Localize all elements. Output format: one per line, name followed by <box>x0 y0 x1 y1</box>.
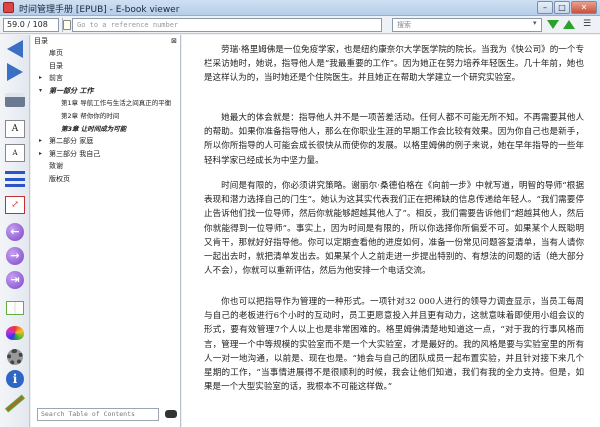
toc-item-acknowledgements[interactable]: 致谢 <box>31 160 181 173</box>
minimize-button[interactable]: – <box>537 1 553 14</box>
content-paragraph-4: 你也可以把指导作为管理的一种形式。一项针对32 000人进行的领导力调查显示，当… <box>204 297 584 393</box>
font-smaller-icon: A <box>5 144 25 162</box>
toc-item-label: 致谢 <box>49 162 63 171</box>
preferences-icon <box>6 326 24 340</box>
search-input[interactable]: 搜索 <box>392 18 542 32</box>
previous-page-icon: ← <box>6 223 24 241</box>
next-page-button[interactable]: → <box>4 246 26 266</box>
toc-item-chapter-1[interactable]: 第1章 导航工作与生活之间真正的平衡 <box>31 97 181 110</box>
toc-item-label: 前言 <box>49 74 63 83</box>
fullscreen-button[interactable]: ⤢ <box>4 195 26 215</box>
toc-item-cover[interactable]: 扉页 <box>31 47 181 60</box>
reference-icon <box>63 20 71 30</box>
toc-icon <box>5 171 25 187</box>
library-button[interactable] <box>4 298 26 318</box>
expand-icon[interactable]: ▸ <box>39 72 42 85</box>
toc-item-label: 目录 <box>49 61 63 70</box>
toc-panel: 目录 ⊠ 扉页 目录 ▸ 前言 ▾ 第一部分 工作 第1章 导航工作与生活之间真正的… <box>31 35 181 427</box>
collapse-icon[interactable]: ▾ <box>39 85 42 98</box>
next-page-icon: → <box>6 247 24 265</box>
expand-icon[interactable]: ▸ <box>39 135 42 148</box>
last-page-button[interactable]: ⇥ <box>4 270 26 290</box>
toc-close-icon[interactable]: ⊠ <box>171 37 177 45</box>
font-larger-icon: A <box>5 120 25 138</box>
wand-icon <box>6 395 24 411</box>
settings-button[interactable] <box>4 347 26 367</box>
toolbar: 59.0 / 108 Go to a reference number 搜索 ▾… <box>0 16 600 34</box>
toc-item-label: 扉页 <box>49 49 63 57</box>
toc-item-label: 第2章 帮你你的时间 <box>61 111 120 120</box>
title-bar: 时间管理手册 [EPUB] - E-book viewer – □ ✕ <box>0 0 600 16</box>
book-content: 劳瑞·格里姆佛是一位免疫学家，也是纽约康奈尔大学医学院的院长。当我为《快公司》的… <box>182 35 600 427</box>
toc-header: 目录 ⊠ <box>31 35 180 46</box>
toc-search-input[interactable]: Search Table of Contents <box>37 408 159 421</box>
content-paragraph-3: 时间是有限的，你必须讲究策略。谢丽尔·桑德伯格在《向前一步》中就写道，明智的导师… <box>204 181 584 277</box>
font-smaller-button[interactable]: A <box>4 143 26 163</box>
expand-icon[interactable]: ▸ <box>39 148 42 161</box>
binoculars-search-icon[interactable] <box>165 410 177 418</box>
window-controls: – □ ✕ <box>537 1 597 14</box>
app-icon <box>3 2 14 13</box>
preferences-button[interactable] <box>4 323 26 343</box>
back-arrow-icon <box>7 40 23 58</box>
window-title: 时间管理手册 [EPUB] - E-book viewer <box>19 5 180 15</box>
toc-list: 扉页 目录 ▸ 前言 ▾ 第一部分 工作 第1章 导航工作与生活之间真正的平衡 第2… <box>31 47 181 186</box>
info-icon: i <box>6 370 24 388</box>
previous-page-button[interactable]: ← <box>4 222 26 242</box>
search-dropdown-icon[interactable]: ▾ <box>533 19 537 27</box>
fullscreen-icon: ⤢ <box>5 196 25 214</box>
forward-arrow-icon <box>7 63 23 81</box>
close-button[interactable]: ✕ <box>571 1 597 14</box>
print-icon <box>5 93 25 107</box>
page-position-field[interactable]: 59.0 / 108 <box>3 18 59 32</box>
maximize-button[interactable]: □ <box>554 1 570 14</box>
font-larger-button[interactable]: A <box>4 119 26 139</box>
toc-item-part-three[interactable]: ▸ 第三部分 我自己 <box>31 148 181 161</box>
wand-button[interactable] <box>4 393 26 413</box>
reference-input[interactable]: Go to a reference number <box>72 18 382 32</box>
last-page-icon: ⇥ <box>6 271 24 289</box>
find-next-icon[interactable] <box>547 20 559 29</box>
toc-title: 目录 <box>34 36 48 45</box>
toc-item-label: 版权页 <box>49 174 70 183</box>
toc-item-chapter-3[interactable]: 第3章 让时间成为可能 <box>31 123 181 136</box>
toc-button[interactable] <box>4 169 26 189</box>
side-toolbar: A A ⤢ ← → ⇥ i <box>0 35 30 427</box>
toc-item-label: 第二部分 家庭 <box>49 137 94 146</box>
info-button[interactable]: i <box>4 369 26 389</box>
toc-item-part-two[interactable]: ▸ 第二部分 家庭 <box>31 135 181 148</box>
back-button[interactable] <box>4 39 26 59</box>
toc-item-label: 第三部分 我自己 <box>49 149 101 158</box>
toc-item-label: 第1章 导航工作与生活之间真正的平衡 <box>61 99 172 108</box>
toc-item-part-one[interactable]: ▾ 第一部分 工作 <box>31 85 181 98</box>
find-previous-icon[interactable] <box>563 20 575 29</box>
content-paragraph-2: 她最大的体会就是：指导他人并不是一项苦差活动。任何人都不可能无所不知。不再需要其… <box>204 113 584 166</box>
toc-item-preface[interactable]: ▸ 前言 <box>31 72 181 85</box>
forward-button[interactable] <box>4 62 26 82</box>
toc-item-copyright[interactable]: 版权页 <box>31 173 181 186</box>
toc-item-label: 第3章 让时间成为可能 <box>61 124 127 133</box>
print-button[interactable] <box>4 90 26 110</box>
toc-item-contents[interactable]: 目录 <box>31 60 181 73</box>
settings-gear-icon <box>7 349 23 365</box>
toc-item-label: 第一部分 工作 <box>49 86 94 95</box>
content-paragraph-1: 劳瑞·格里姆佛是一位免疫学家，也是纽约康奈尔大学医学院的院长。当我为《快公司》的… <box>204 45 584 84</box>
toc-item-chapter-2[interactable]: 第2章 帮你你的时间 <box>31 110 181 123</box>
menu-icon[interactable]: ☰ <box>580 19 594 30</box>
library-icon <box>6 301 24 315</box>
